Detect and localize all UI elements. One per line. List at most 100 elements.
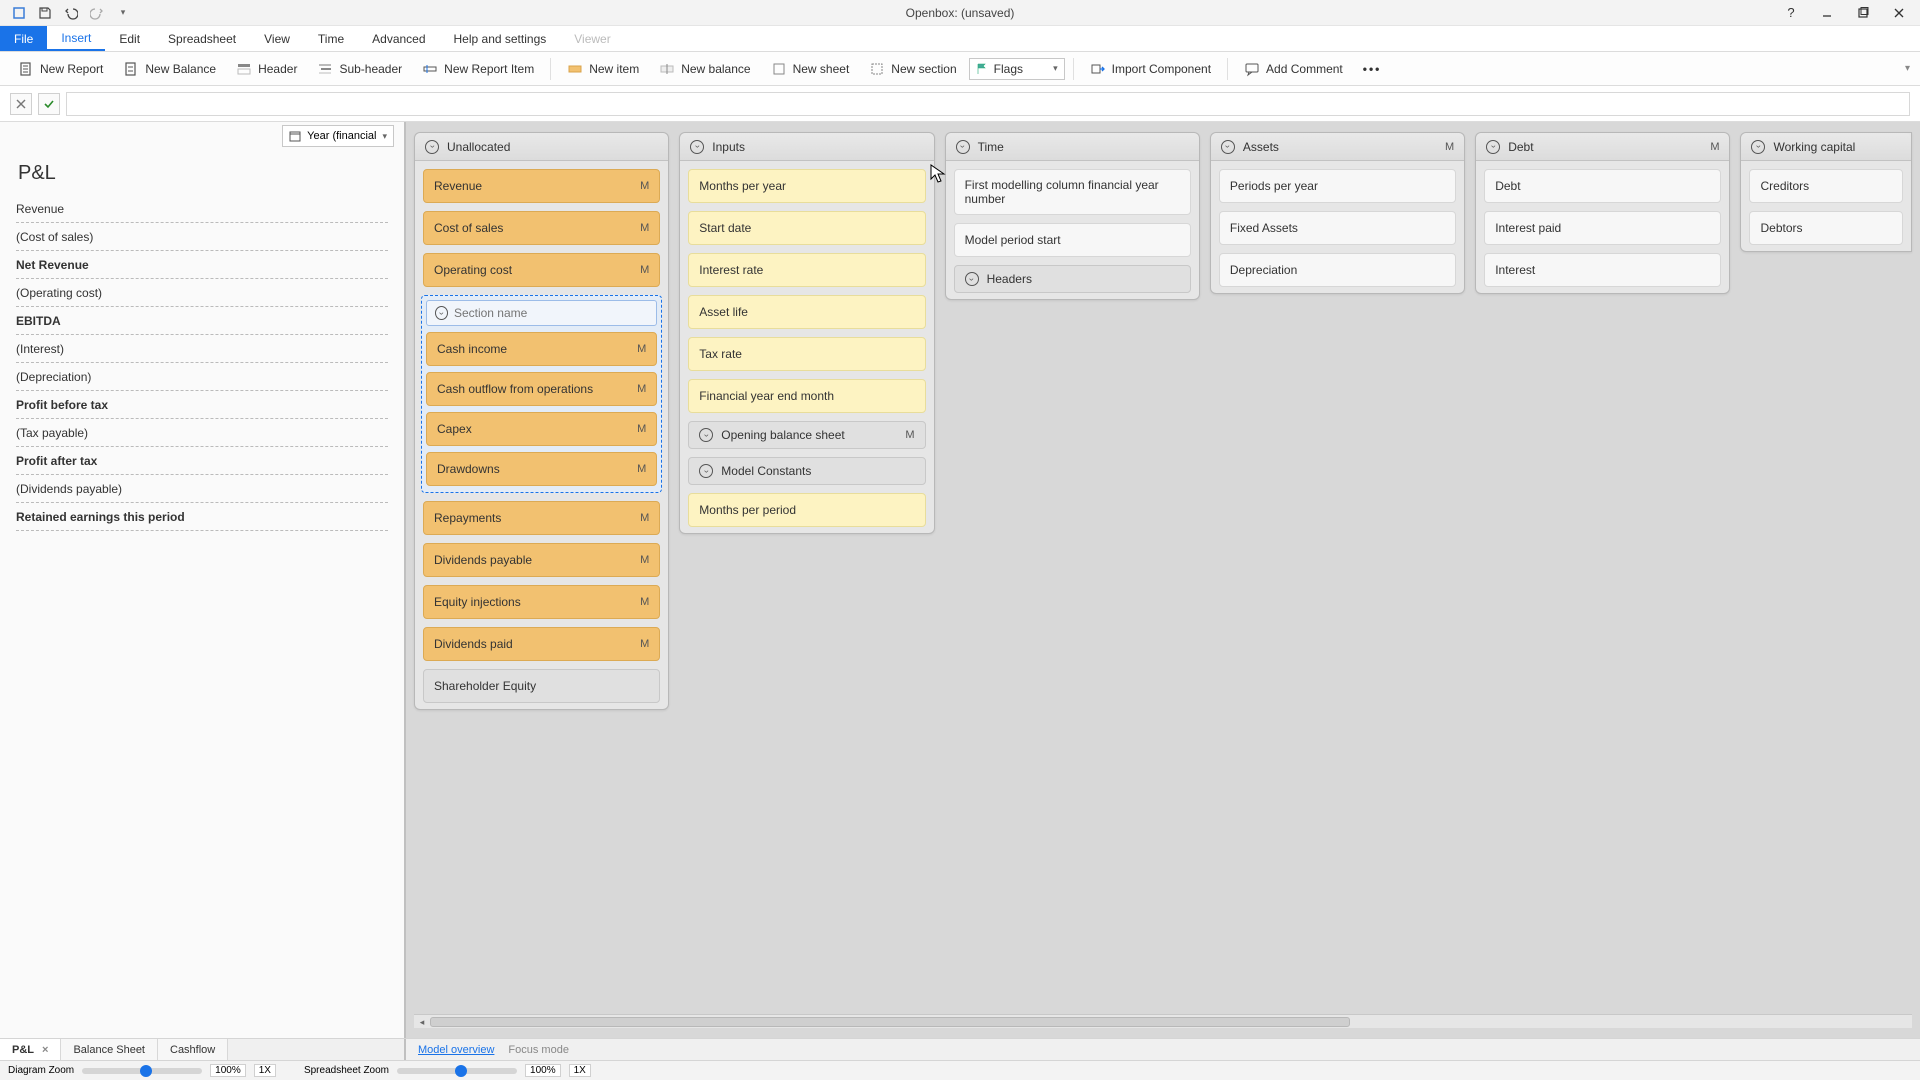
menu-file[interactable]: File (0, 26, 47, 51)
column-header[interactable]: Debt M (1476, 133, 1729, 161)
sub-header-button[interactable]: Sub-header (309, 58, 410, 80)
board-horizontal-scrollbar[interactable]: ◂ (414, 1014, 1912, 1028)
collapse-icon[interactable] (435, 306, 448, 320)
new-sheet-button[interactable]: New sheet (763, 58, 858, 80)
minimize-icon[interactable] (1810, 2, 1844, 24)
new-report-item-button[interactable]: New Report Item (414, 58, 542, 80)
card[interactable]: Operating costM (423, 253, 660, 287)
pl-row[interactable]: Retained earnings this period (16, 503, 388, 531)
pl-row[interactable]: (Operating cost) (16, 279, 388, 307)
card[interactable]: Fixed Assets (1219, 211, 1456, 245)
flags-dropdown[interactable]: Flags ▾ (969, 58, 1065, 80)
collapse-icon[interactable] (956, 140, 970, 154)
new-item-button[interactable]: New item (559, 58, 647, 80)
pl-row[interactable]: (Interest) (16, 335, 388, 363)
help-icon[interactable]: ? (1774, 2, 1808, 24)
card-shareholder-equity[interactable]: Shareholder Equity (423, 669, 660, 703)
tab-balance-sheet[interactable]: Balance Sheet (61, 1039, 158, 1060)
collapse-icon[interactable] (699, 428, 713, 442)
scroll-left-icon[interactable]: ◂ (416, 1016, 428, 1028)
close-icon[interactable]: × (42, 1044, 48, 1056)
collapse-icon[interactable] (699, 464, 713, 478)
card[interactable]: Periods per year (1219, 169, 1456, 203)
column-header[interactable]: Assets M (1211, 133, 1464, 161)
slider-knob[interactable] (455, 1065, 467, 1077)
sub-header-headers[interactable]: Headers (954, 265, 1191, 293)
pl-row[interactable]: Profit before tax (16, 391, 388, 419)
add-comment-button[interactable]: Add Comment (1236, 58, 1351, 80)
header-button[interactable]: Header (228, 58, 305, 80)
view-model-overview[interactable]: Model overview (418, 1044, 494, 1056)
collapse-icon[interactable] (1221, 140, 1235, 154)
formula-input[interactable] (66, 92, 1910, 116)
new-report-button[interactable]: New Report (10, 58, 111, 80)
card[interactable]: Tax rate (688, 337, 925, 371)
toolbar-more-button[interactable]: ••• (1355, 59, 1390, 79)
pl-row[interactable]: (Depreciation) (16, 363, 388, 391)
collapse-icon[interactable] (425, 140, 439, 154)
new-balance-report-button[interactable]: New Balance (115, 58, 224, 80)
card[interactable]: Dividends payableM (423, 543, 660, 577)
view-focus-mode[interactable]: Focus mode (508, 1044, 569, 1056)
card[interactable]: Months per year (688, 169, 925, 203)
card[interactable]: CapexM (426, 412, 657, 446)
import-component-button[interactable]: Import Component (1082, 58, 1219, 80)
pl-row[interactable]: Net Revenue (16, 251, 388, 279)
menu-view[interactable]: View (250, 26, 304, 51)
section-name-input[interactable] (454, 306, 648, 320)
redo-icon[interactable] (88, 4, 106, 22)
card[interactable]: Financial year end month (688, 379, 925, 413)
undo-icon[interactable] (62, 4, 80, 22)
toolbar-expand-icon[interactable]: ▾ (1905, 63, 1910, 74)
pl-row[interactable]: (Tax payable) (16, 419, 388, 447)
card[interactable]: Cash outflow from operationsM (426, 372, 657, 406)
scrollbar-thumb[interactable] (430, 1017, 1350, 1027)
menu-help[interactable]: Help and settings (440, 26, 561, 51)
card[interactable]: Creditors (1749, 169, 1903, 203)
card[interactable]: Cost of salesM (423, 211, 660, 245)
slider-knob[interactable] (140, 1065, 152, 1077)
card[interactable]: Equity injectionsM (423, 585, 660, 619)
diagram-zoom-slider[interactable] (82, 1068, 202, 1074)
menu-insert[interactable]: Insert (47, 26, 105, 51)
menu-spreadsheet[interactable]: Spreadsheet (154, 26, 250, 51)
card[interactable]: Asset life (688, 295, 925, 329)
year-selector[interactable]: Year (financial ▾ (282, 125, 394, 147)
card[interactable]: RevenueM (423, 169, 660, 203)
collapse-icon[interactable] (690, 140, 704, 154)
card[interactable]: First modelling column financial year nu… (954, 169, 1191, 215)
menu-time[interactable]: Time (304, 26, 358, 51)
pl-row[interactable]: (Dividends payable) (16, 475, 388, 503)
card[interactable]: DrawdownsM (426, 452, 657, 486)
card[interactable]: Interest paid (1484, 211, 1721, 245)
collapse-icon[interactable] (965, 272, 979, 286)
card[interactable]: Start date (688, 211, 925, 245)
close-icon[interactable] (1882, 2, 1916, 24)
card[interactable]: Model period start (954, 223, 1191, 257)
tab-cashflow[interactable]: Cashflow (158, 1039, 228, 1060)
section-name-input-row[interactable] (426, 300, 657, 326)
formula-cancel-button[interactable] (10, 93, 32, 115)
card[interactable]: Interest (1484, 253, 1721, 287)
collapse-icon[interactable] (1486, 140, 1500, 154)
maximize-icon[interactable] (1846, 2, 1880, 24)
menu-edit[interactable]: Edit (105, 26, 154, 51)
board-canvas[interactable]: Unallocated RevenueMCost of salesMOperat… (406, 122, 1920, 1038)
save-icon[interactable] (36, 4, 54, 22)
new-balance-button[interactable]: New balance (651, 58, 758, 80)
card[interactable]: Debt (1484, 169, 1721, 203)
collapse-icon[interactable] (1751, 140, 1765, 154)
card-months-per-period[interactable]: Months per period (688, 493, 925, 527)
menu-advanced[interactable]: Advanced (358, 26, 439, 51)
diagram-zoom-reset[interactable]: 1X (254, 1064, 276, 1077)
pl-row[interactable]: Revenue (16, 195, 388, 223)
spreadsheet-zoom-reset[interactable]: 1X (569, 1064, 591, 1077)
column-header[interactable]: Inputs (680, 133, 933, 161)
card[interactable]: Debtors (1749, 211, 1903, 245)
new-section-block[interactable]: Cash incomeMCash outflow from operations… (421, 295, 662, 493)
column-header[interactable]: Time (946, 133, 1199, 161)
card[interactable]: Depreciation (1219, 253, 1456, 287)
pl-row[interactable]: (Cost of sales) (16, 223, 388, 251)
sub-header-opening-balance[interactable]: Opening balance sheet M (688, 421, 925, 449)
sub-header-model-constants[interactable]: Model Constants (688, 457, 925, 485)
